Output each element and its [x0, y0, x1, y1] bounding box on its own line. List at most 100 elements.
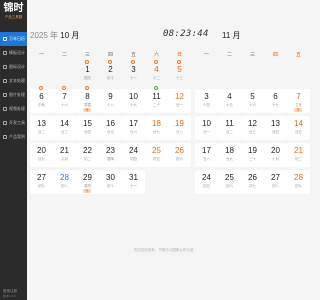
day-number: 24: [129, 146, 138, 155]
day-cell[interactable]: 6 十七: [264, 89, 287, 113]
sidebar-item-label: 产品案例: [9, 134, 25, 139]
day-cell[interactable]: 18 廿九: [218, 143, 241, 167]
day-cell[interactable]: 13 廿四: [264, 116, 287, 140]
sidebar-item-label: 文本处理: [9, 78, 25, 83]
day-subtext: 廿一: [176, 103, 183, 107]
day-cell[interactable]: 12 廿一: [168, 89, 191, 113]
day-cell[interactable]: 12 廿三: [241, 116, 264, 140]
day-cell[interactable]: 19 廿八: [168, 116, 191, 140]
day-cell[interactable]: 24 初四: [122, 143, 145, 167]
sidebar-item-dev[interactable]: 开发工具: [0, 116, 27, 130]
day-subtext: 廿八: [203, 157, 210, 161]
day-subtext: 廿九: [226, 157, 233, 161]
day-number: 28: [294, 173, 303, 182]
sidebar-item-label: 模板设计: [9, 50, 25, 55]
day-cell[interactable]: 14 廿三: [53, 116, 76, 140]
day-cell[interactable]: 13 廿二: [30, 116, 53, 140]
day-cell[interactable]: 2 初十: [99, 60, 122, 86]
day-subtext: 十六: [61, 103, 68, 107]
holiday-mark-icon: [85, 86, 89, 90]
day-cell[interactable]: 31 十一: [122, 170, 145, 194]
sidebar-item-video[interactable]: 视频处理: [0, 102, 27, 116]
day-cell[interactable]: 27 初八: [264, 170, 287, 194]
day-cell[interactable]: 15 廿四: [76, 116, 99, 140]
day-number: 16: [106, 119, 115, 128]
day-number: 26: [248, 173, 257, 182]
day-cell[interactable]: 26 初七: [241, 170, 264, 194]
case-icon: [3, 135, 7, 139]
sidebar-footer: 登录注册 版本1.0.0: [0, 289, 27, 298]
day-cell[interactable]: 23 霜降: [99, 143, 122, 167]
sidebar-item-templates[interactable]: 模板设计: [0, 46, 27, 60]
day-cell[interactable]: 16 廿五: [99, 116, 122, 140]
day-subtext: 十一: [130, 76, 137, 80]
day-cell[interactable]: 5 十六: [241, 89, 264, 113]
day-cell[interactable]: 4 十五: [218, 89, 241, 113]
day-cell[interactable]: 28 初八: [53, 170, 76, 194]
day-cell[interactable]: 5 十三: [168, 60, 191, 86]
day-cell[interactable]: 26 初六: [168, 143, 191, 167]
day-cell[interactable]: 25 初五: [145, 143, 168, 167]
day-cell[interactable]: 6 中秋: [30, 86, 53, 113]
day-subtext: 廿三: [249, 130, 256, 134]
day-cell[interactable]: 28 初九: [287, 170, 310, 194]
day-cell[interactable]: 19 三十: [241, 143, 264, 167]
day-cell[interactable]: 9 十八: [99, 89, 122, 113]
sidebar-item-cases[interactable]: 产品案例: [0, 130, 27, 144]
day-subtext: 霜降: [107, 157, 114, 161]
holiday-mark-icon: [39, 86, 43, 90]
sidebar-item-images[interactable]: 图片处理: [0, 88, 27, 102]
app-logo[interactable]: 锦时 产品工具箱: [0, 0, 27, 30]
day-cell[interactable]: 27 初七: [30, 170, 53, 194]
day-number: 13: [271, 119, 280, 128]
day-number: 3: [204, 92, 209, 101]
day-number: 17: [129, 119, 138, 128]
day-cell[interactable]: 10 十九: [122, 89, 145, 113]
day-cell[interactable]: 20 廿九: [30, 143, 53, 167]
day-subtext: 初九: [295, 184, 302, 188]
day-subtext: 初二: [84, 157, 91, 161]
sidebar-item-icons[interactable]: 图标设计: [0, 60, 27, 74]
day-subtext: 廿四: [84, 130, 91, 134]
day-number: 11: [152, 92, 161, 101]
code-icon: [3, 121, 7, 125]
workday-mark-icon: [154, 86, 158, 90]
day-cell[interactable]: 3 十四: [195, 89, 218, 113]
day-subtext: 廿二: [38, 130, 45, 134]
day-number: 3: [131, 65, 136, 74]
day-number: 19: [248, 146, 257, 155]
day-subtext: 初四: [130, 157, 137, 161]
day-cell[interactable]: 7 十六: [53, 86, 76, 113]
day-cell[interactable]: 10 廿一: [195, 116, 218, 140]
day-cell[interactable]: 17 廿六: [122, 116, 145, 140]
day-cell[interactable]: 4 十二: [145, 60, 168, 86]
day-subtext: 十月: [272, 157, 279, 161]
day-cell[interactable]: 3 十一: [122, 60, 145, 86]
day-cell[interactable]: 8 寒露休: [76, 86, 99, 113]
day-cell[interactable]: 20 十月: [264, 143, 287, 167]
day-number: 4: [227, 92, 232, 101]
day-cell[interactable]: 18 廿七: [145, 116, 168, 140]
day-number: 14: [60, 119, 69, 128]
day-cell[interactable]: 21 初二: [287, 143, 310, 167]
day-cell[interactable]: 25 初六: [218, 170, 241, 194]
day-cell[interactable]: 21 九月: [53, 143, 76, 167]
day-number: 8: [85, 92, 90, 101]
day-number: 21: [60, 146, 69, 155]
day-cell[interactable]: 1 国庆: [76, 60, 99, 86]
day-cell[interactable]: 11 二十: [145, 86, 168, 113]
day-cell[interactable]: 30 初十: [99, 170, 122, 194]
day-cell[interactable]: 29 重阳节: [76, 170, 99, 194]
day-cell[interactable]: 7 立冬节: [287, 89, 310, 113]
day-number: 23: [106, 146, 115, 155]
sidebar-item-text[interactable]: 文本处理: [0, 74, 27, 88]
day-number: 21: [294, 146, 303, 155]
day-cell[interactable]: 24 初五: [195, 170, 218, 194]
day-number: 26: [175, 146, 184, 155]
day-cell[interactable]: 11 廿二: [218, 116, 241, 140]
day-cell[interactable]: 17 廿八: [195, 143, 218, 167]
day-cell[interactable]: 14 廿五: [287, 116, 310, 140]
sidebar-item-calendar[interactable]: 万年日历: [0, 32, 27, 46]
day-number: 14: [294, 119, 303, 128]
day-cell[interactable]: 22 初二: [76, 143, 99, 167]
